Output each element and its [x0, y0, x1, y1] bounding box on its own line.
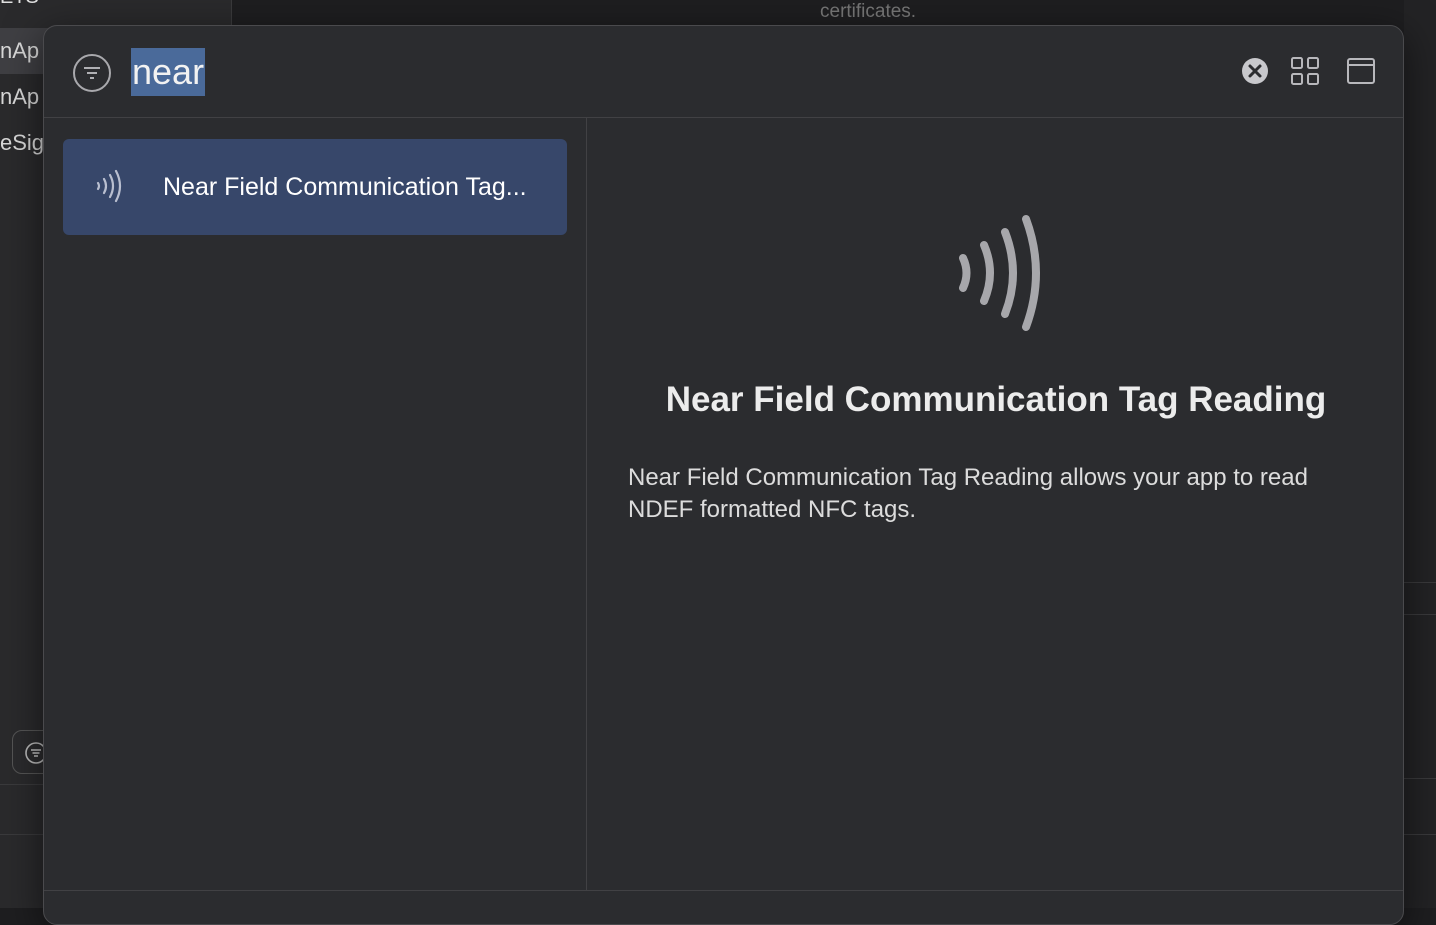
nfc-icon	[96, 169, 122, 203]
background-right-panel	[1404, 0, 1436, 908]
grid-view-button[interactable]	[1290, 56, 1320, 86]
window-view-button[interactable]	[1346, 56, 1376, 86]
results-list: Near Field Communication Tag...	[44, 118, 587, 890]
filter-button[interactable]	[73, 54, 111, 92]
sheet-header: near	[44, 26, 1403, 118]
background-text: certificates.	[820, 1, 917, 22]
window-icon	[1347, 58, 1375, 84]
detail-description: Near Field Communication Tag Reading all…	[628, 464, 1308, 523]
detail-pane: Near Field Communication Tag Reading Nea…	[588, 118, 1403, 890]
list-item-label: Near Field Communication Tag...	[163, 173, 527, 201]
sheet-body: Near Field Communication Tag... Near Fie…	[44, 118, 1403, 890]
divider	[1404, 778, 1436, 779]
detail-title: Near Field Communication Tag Reading	[665, 380, 1327, 419]
sheet-footer-divider	[44, 890, 1403, 891]
divider	[1404, 582, 1436, 583]
filter-icon	[84, 67, 100, 79]
capability-library-sheet: near Near Field Communication Tag... Nea…	[43, 25, 1404, 925]
clear-icon	[1242, 58, 1268, 84]
clear-search-button[interactable]	[1241, 57, 1269, 85]
nfc-icon	[959, 215, 1040, 331]
search-query-selected: near	[131, 48, 206, 96]
background-sidebar-header: ETS	[0, 0, 39, 9]
search-input[interactable]: near	[131, 48, 206, 96]
grid-view-icon	[1291, 57, 1319, 85]
divider	[1404, 834, 1436, 835]
list-item-nfc[interactable]: Near Field Communication Tag...	[63, 139, 567, 235]
divider	[1404, 614, 1436, 615]
